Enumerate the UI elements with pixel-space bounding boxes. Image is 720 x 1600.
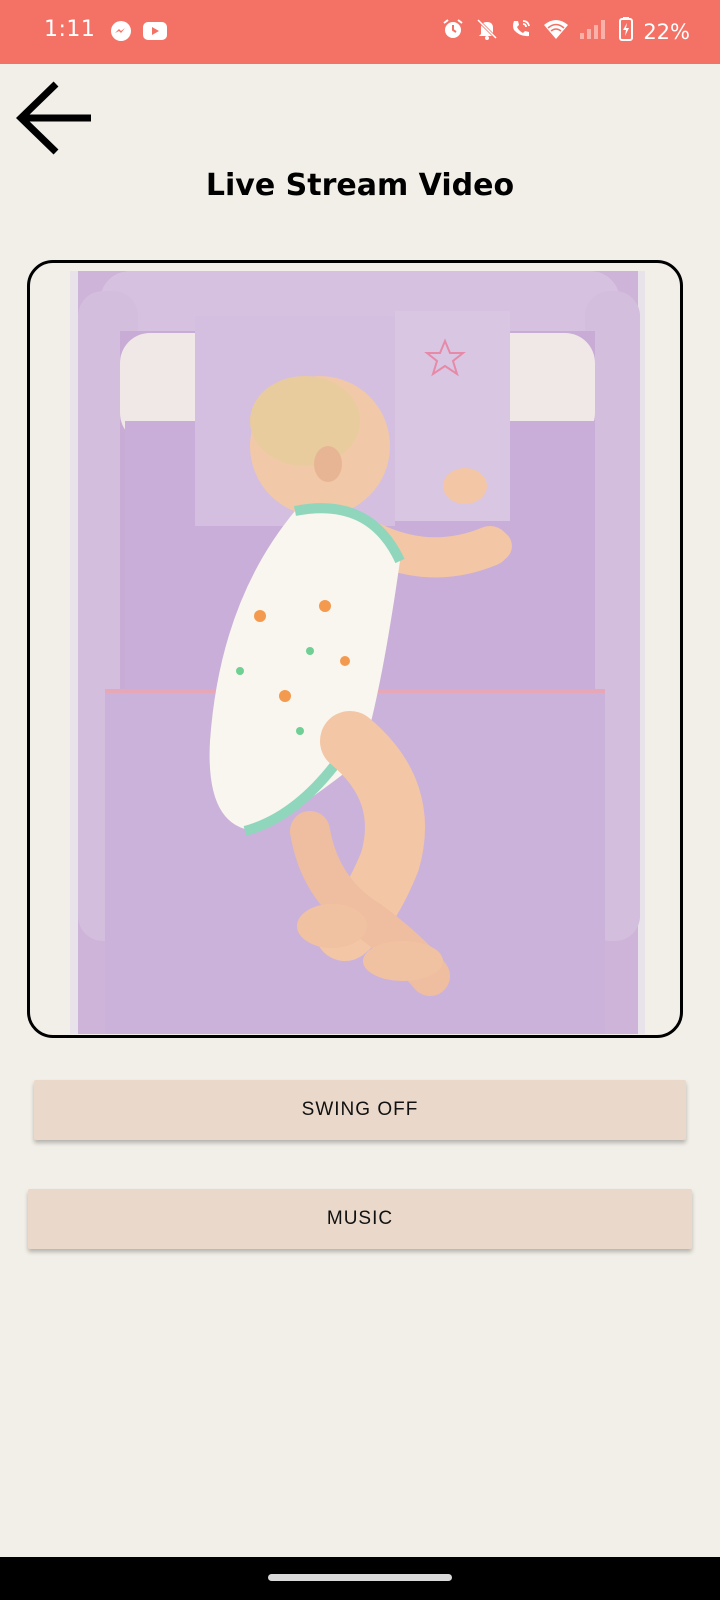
alarm-icon <box>441 17 465 46</box>
battery-percentage: 22% <box>643 19 690 44</box>
arrow-left-icon <box>15 81 96 162</box>
baby-sleeping-in-crib-image <box>70 271 645 1034</box>
page-title: Live Stream Video <box>205 168 515 203</box>
signal-icon <box>579 18 609 45</box>
system-navigation-bar <box>0 1557 720 1600</box>
live-video-frame <box>27 260 683 1038</box>
swing-toggle-button[interactable]: SWING OFF <box>34 1080 686 1140</box>
home-gesture-handle[interactable] <box>268 1574 452 1581</box>
battery-charging-icon <box>619 17 634 46</box>
status-time: 1:11 <box>44 17 96 42</box>
status-notification-icons <box>110 20 168 47</box>
wifi-icon <box>543 18 569 45</box>
status-system-icons: 22% <box>441 17 690 46</box>
messenger-icon <box>110 20 132 47</box>
youtube-icon <box>142 20 168 47</box>
status-bar: 1:11 22% <box>0 0 720 64</box>
bell-off-icon <box>475 17 499 46</box>
back-button[interactable] <box>15 80 96 158</box>
music-button[interactable]: MUSIC <box>28 1189 692 1249</box>
wifi-calling-icon <box>509 17 533 46</box>
